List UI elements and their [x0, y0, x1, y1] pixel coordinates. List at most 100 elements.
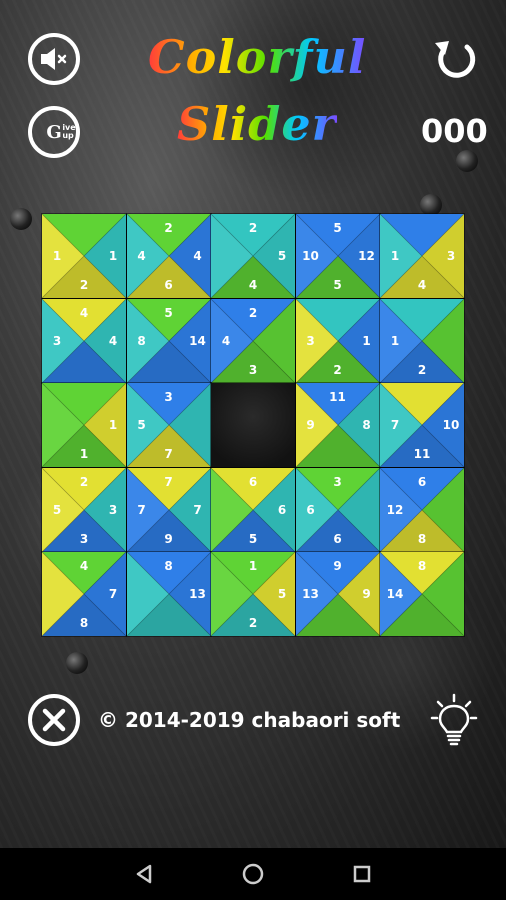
tile-number-top: 8 [164, 559, 173, 573]
tile-number-right: 3 [108, 502, 118, 517]
tile-number-top: 1 [248, 559, 258, 573]
puzzle-tile[interactable]: 3 6 6 [294, 466, 381, 553]
puzzle-tile[interactable]: 2 5 4 [210, 213, 296, 299]
tile-number-left: 12 [386, 502, 404, 517]
puzzle-tile[interactable]: 5 14 8 [125, 297, 212, 384]
tile-number-bottom: 1 [79, 447, 89, 461]
puzzle-tile[interactable]: 7 7 9 7 [125, 466, 212, 553]
tile-number-right: 3 [446, 249, 456, 263]
give-up-icon: Give up [46, 121, 76, 143]
tile-number-bottom: 4 [248, 278, 258, 292]
speaker-muted-icon [41, 48, 67, 70]
tile-number-right: 9 [362, 587, 371, 601]
tile-number-left: 13 [302, 587, 319, 601]
puzzle-tile[interactable]: 4 7 8 [41, 551, 127, 637]
close-icon [42, 708, 66, 732]
game-title-line2: Slider [177, 97, 337, 151]
rivet [420, 194, 442, 216]
puzzle-tile[interactable]: 8 13 [125, 551, 212, 637]
puzzle-tile[interactable]: 1 2 3 [294, 297, 381, 384]
puzzle-tile[interactable]: 4 4 3 [41, 297, 127, 384]
game-title-line1: Colorful [148, 30, 367, 84]
tile-number-bottom: 8 [417, 531, 427, 546]
tile-number-bottom: 3 [248, 362, 258, 377]
tile-number-bottom: 7 [164, 447, 173, 461]
tile-number-right: 1 [362, 333, 371, 348]
puzzle-tile[interactable]: 1 2 1 [41, 213, 127, 299]
refresh-icon [435, 41, 476, 78]
puzzle-tile[interactable]: 6 8 12 [379, 466, 465, 553]
puzzle-tile[interactable]: 6 6 5 [210, 466, 296, 553]
tile-number-left: 1 [390, 249, 400, 263]
sound-toggle-button[interactable] [28, 33, 80, 85]
tile-number-top: 11 [329, 390, 346, 404]
give-up-button[interactable]: Give up [28, 106, 80, 158]
tile-number-right: 5 [277, 249, 287, 263]
nav-back-button[interactable] [124, 854, 164, 894]
tile-number-bottom: 4 [417, 278, 427, 292]
tile-number-top: 5 [164, 305, 173, 320]
tile-number-right: 8 [362, 418, 371, 432]
puzzle-tile[interactable]: 9 9 13 [294, 551, 381, 637]
copyright-text: © 2014-2019 chabaori soft [98, 708, 401, 732]
tile-number-bottom: 5 [248, 531, 258, 546]
tile-number-top: 2 [164, 221, 173, 235]
tile-number-top: 6 [248, 474, 258, 489]
puzzle-tile[interactable]: 1 5 2 [210, 551, 296, 637]
tile-number-top: 3 [164, 390, 173, 404]
tile-number-right: 14 [189, 333, 206, 348]
tile-number-right: 7 [193, 502, 202, 517]
tile-number-top: 5 [333, 221, 342, 235]
tile-number-bottom: 8 [79, 616, 89, 630]
puzzle-tile[interactable]: 21 [379, 297, 465, 384]
tile-number-top: 2 [248, 305, 258, 320]
tile-number-right: 6 [277, 502, 287, 517]
tile-number-left: 5 [52, 502, 62, 517]
rivet [66, 652, 88, 674]
tile-number-left: 6 [306, 502, 315, 517]
tile-number-right: 5 [277, 587, 287, 601]
tile-number-bottom: 6 [164, 278, 173, 292]
tile-number-right: 10 [442, 418, 460, 432]
puzzle-tile[interactable]: 2 3 4 [210, 297, 296, 384]
close-button[interactable] [28, 694, 80, 746]
tile-number-top: 7 [164, 474, 173, 489]
rivet [10, 208, 32, 230]
system-navigation-bar [0, 848, 506, 900]
tile-number-top: 3 [333, 474, 342, 489]
nav-home-icon [242, 863, 264, 885]
tile-number-bottom: 2 [333, 362, 342, 377]
puzzle-tile[interactable]: 2 3 3 5 [41, 466, 127, 553]
puzzle-tile[interactable]: 3 4 1 [379, 213, 465, 299]
tile-number-bottom: 2 [417, 362, 427, 377]
puzzle-tile[interactable]: 3 7 5 [125, 382, 212, 468]
nav-recents-button[interactable] [342, 854, 382, 894]
puzzle-tile[interactable]: 8 14 [379, 551, 465, 637]
tile-number-left: 1 [390, 333, 400, 348]
tile-number-top: 8 [417, 559, 427, 573]
reset-button[interactable] [429, 33, 481, 85]
puzzle-tile[interactable]: 2 4 6 4 [125, 213, 212, 299]
puzzle-tile[interactable]: 5 12 5 10 [294, 213, 381, 299]
tile-number-bottom: 9 [164, 531, 173, 546]
tile-number-left: 4 [221, 333, 231, 348]
tile-number-right: 1 [108, 249, 118, 263]
tile-number-left: 3 [52, 333, 62, 348]
nav-home-button[interactable] [233, 854, 273, 894]
tile-number-left: 7 [137, 502, 146, 517]
puzzle-tile[interactable]: 11 8 9 [294, 382, 381, 468]
tile-number-right: 4 [193, 249, 202, 263]
tile-number-left: 5 [137, 418, 146, 432]
hint-button[interactable] [430, 692, 478, 748]
tile-number-top: 4 [79, 305, 89, 320]
puzzle-tile[interactable]: 11 [41, 382, 127, 468]
tile-number-right: 1 [108, 418, 118, 432]
tile-number-left: 3 [306, 333, 315, 348]
tile-number-right: 4 [108, 333, 118, 348]
puzzle-tile[interactable]: 10 11 7 [379, 382, 465, 468]
tile-number-bottom: 2 [79, 278, 89, 292]
tile-number-bottom: 6 [333, 531, 342, 546]
tile-number-right: 13 [189, 587, 206, 601]
tile-number-left: 10 [302, 249, 319, 263]
empty-slot [210, 382, 296, 468]
